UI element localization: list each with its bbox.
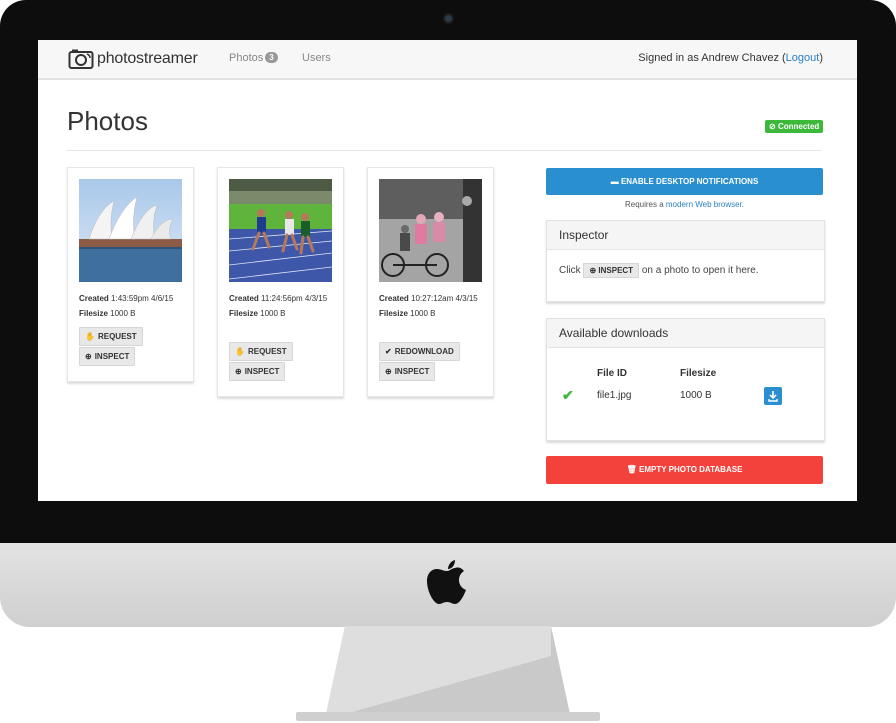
inspect-button[interactable]: ⊕ INSPECT <box>379 362 436 381</box>
photo-card: Created 1:43:59pm 4/6/15 Filesize 1000 B… <box>67 167 194 382</box>
zoom-in-icon: ⊕ <box>385 367 392 376</box>
inspect-label: INSPECT <box>244 367 280 376</box>
download-filesize: 1000 B <box>680 390 712 401</box>
created-label: Created <box>79 294 109 303</box>
inspector-click-text: Click <box>559 265 581 276</box>
title-divider <box>67 150 822 151</box>
created-value: 10:27:12am 4/3/15 <box>411 294 478 303</box>
request-button[interactable]: ✋ REQUEST <box>229 342 293 361</box>
apple-logo-icon <box>427 560 466 604</box>
downloads-panel: Available downloads File ID Filesize ✔ f… <box>546 318 825 441</box>
inspector-inspect-label: INSPECT <box>598 266 634 275</box>
photo-meta: Created 11:24:56pm 4/3/15 Filesize 1000 … <box>229 291 337 321</box>
inspector-hint: Click ⊕ INSPECT on a photo to open it he… <box>559 263 759 278</box>
photo-card: Created 11:24:56pm 4/3/15 Filesize 1000 … <box>217 167 344 397</box>
inspect-button[interactable]: ⊕ INSPECT <box>229 362 286 381</box>
status-text: Connected <box>777 122 820 131</box>
check-icon: ✔ <box>562 387 574 403</box>
page-title: Photos <box>67 106 148 136</box>
download-icon[interactable] <box>764 387 782 405</box>
trash-icon: 🗑 <box>626 465 639 474</box>
filesize-value: 1000 B <box>110 309 136 318</box>
download-check-icon: ✔ <box>385 347 392 356</box>
signed-in-prefix: Signed in as Andrew Chavez ( <box>638 52 786 64</box>
inspector-title: Inspector <box>547 221 824 250</box>
inspector-panel: Inspector Click ⊕ INSPECT on a photo to … <box>546 220 825 302</box>
request-label: REQUEST <box>97 332 137 341</box>
photo-thumbnail-runners[interactable] <box>229 179 332 282</box>
photo-meta: Created 1:43:59pm 4/6/15 Filesize 1000 B <box>79 291 187 321</box>
downloads-title: Available downloads <box>547 319 824 348</box>
photo-meta: Created 10:27:12am 4/3/15 Filesize 1000 … <box>379 291 487 321</box>
request-label: REQUEST <box>247 347 287 356</box>
monitor-stand <box>296 626 600 721</box>
request-button[interactable]: ✋ REQUEST <box>79 327 143 346</box>
file-id-header: File ID <box>597 368 628 379</box>
camera-icon <box>68 49 94 69</box>
photo-thumbnail-bicycle[interactable] <box>379 179 482 282</box>
inspector-suffix-text: on a photo to open it here. <box>641 265 759 276</box>
requires-prefix: Requires a <box>624 200 666 209</box>
chat-icon: ▬ <box>610 177 621 186</box>
brand-logo[interactable]: photostreamer <box>68 46 198 72</box>
filesize-value: 1000 B <box>410 309 436 318</box>
empty-database-label: EMPTY PHOTO DATABASE <box>638 465 743 474</box>
filesize-label: Filesize <box>379 309 408 318</box>
nav-photos-label: Photos <box>229 52 264 64</box>
hand-icon: ✋ <box>235 347 245 356</box>
filesize-header: Filesize <box>680 368 717 379</box>
navbar: photostreamer Photos 3 Users Signed in as… <box>38 40 857 80</box>
empty-database-button[interactable]: 🗑 EMPTY PHOTO DATABASE <box>546 456 823 484</box>
photo-card: Created 10:27:12am 4/3/15 Filesize 1000 … <box>367 167 494 397</box>
inspector-inspect-chip: ⊕ INSPECT <box>583 263 640 278</box>
inspect-label: INSPECT <box>94 352 130 361</box>
enable-notifications-label: ENABLE DESKTOP NOTIFICATIONS <box>620 177 759 186</box>
created-label: Created <box>229 294 259 303</box>
redownload-button[interactable]: ✔ REDOWNLOAD <box>379 342 460 361</box>
created-value: 1:43:59pm 4/6/15 <box>111 294 174 303</box>
app-screen: photostreamer Photos 3 Users Signed in as… <box>38 40 857 501</box>
zoom-in-icon: ⊕ <box>235 367 242 376</box>
filesize-label: Filesize <box>229 309 258 318</box>
photos-count-badge: 3 <box>265 52 278 63</box>
created-value: 11:24:56pm 4/3/15 <box>261 294 328 303</box>
inspect-button[interactable]: ⊕ INSPECT <box>79 347 136 366</box>
redownload-label: REDOWNLOAD <box>394 347 454 356</box>
requires-suffix: . <box>741 200 745 209</box>
nav-photos[interactable]: Photos 3 <box>229 52 278 64</box>
download-file-id: file1.jpg <box>597 390 632 401</box>
brand-light: photo <box>97 50 137 67</box>
nav-users[interactable]: Users <box>302 52 331 64</box>
enable-notifications-button[interactable]: ▬ ENABLE DESKTOP NOTIFICATIONS <box>546 168 823 195</box>
webcam <box>445 15 452 22</box>
zoom-in-icon: ⊕ <box>85 352 92 361</box>
hand-icon: ✋ <box>85 332 95 341</box>
inspect-label: INSPECT <box>394 367 430 376</box>
logout-link[interactable]: Logout <box>786 52 820 64</box>
signed-in-suffix: ) <box>819 52 823 64</box>
brand-name: photostreamer <box>97 50 198 68</box>
photo-thumbnail-opera-house[interactable] <box>79 179 182 282</box>
modern-browser-link[interactable]: modern Web browser <box>666 200 742 209</box>
status-badge: ⊘ Connected <box>765 120 824 133</box>
browser-requirement: Requires a modern Web browser. <box>546 200 823 209</box>
brand-bold: streamer <box>136 50 198 67</box>
check-circle-icon: ⊘ <box>769 122 778 131</box>
filesize-value: 1000 B <box>260 309 286 318</box>
created-label: Created <box>379 294 409 303</box>
filesize-label: Filesize <box>79 309 108 318</box>
signed-in-text: Signed in as Andrew Chavez (Logout) <box>638 52 823 64</box>
